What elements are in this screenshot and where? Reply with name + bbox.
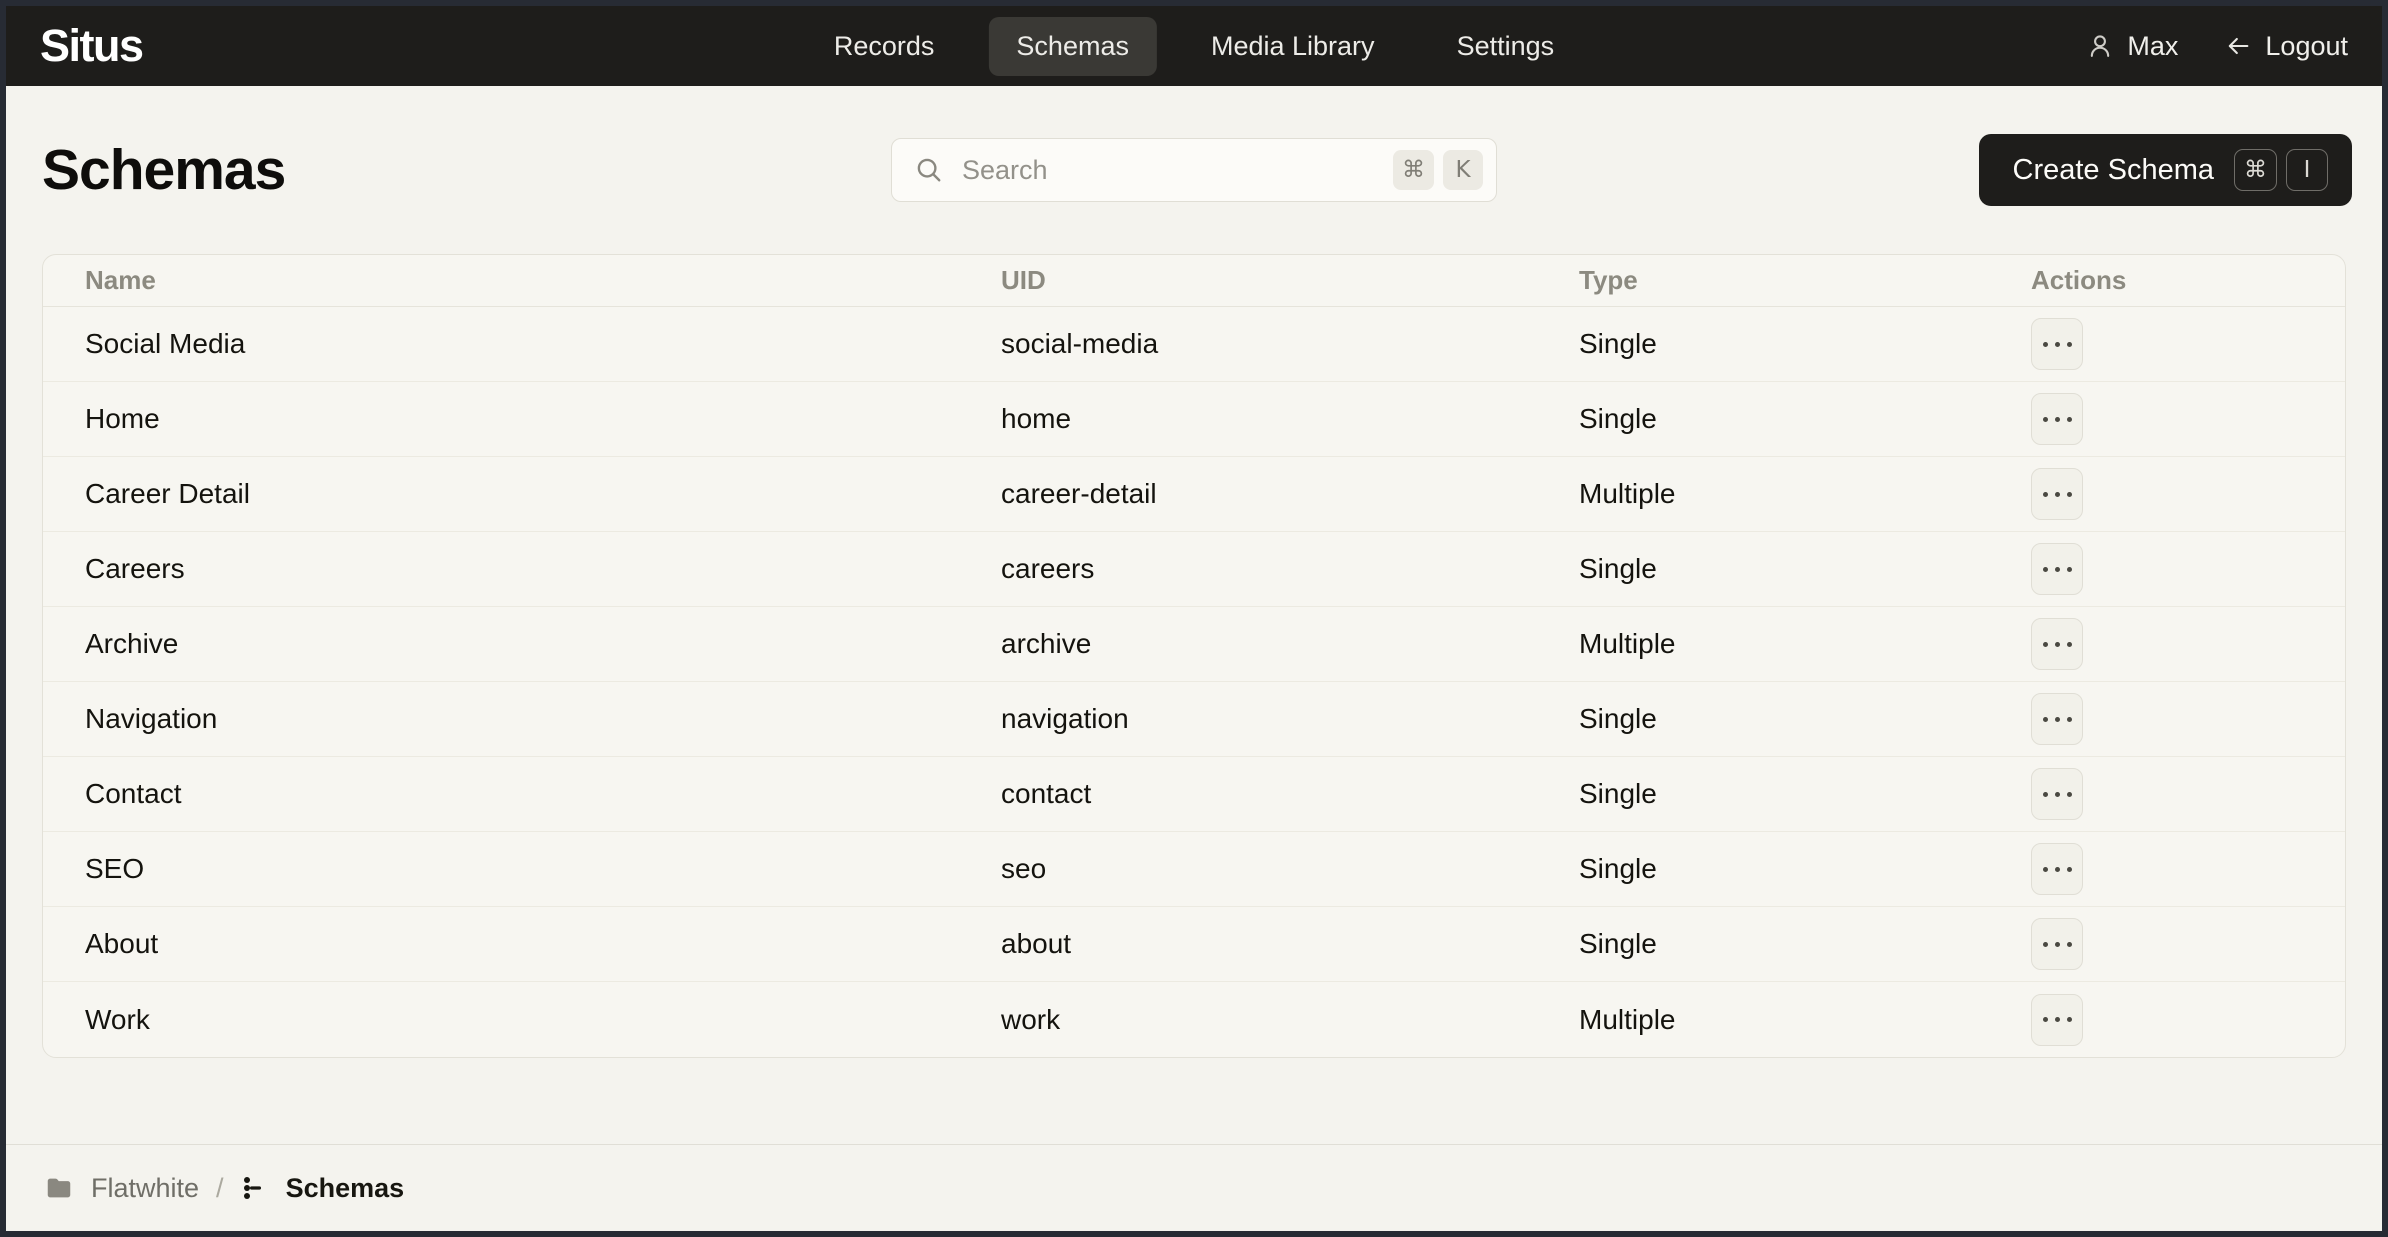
table-body: Social Media social-media Single Home ho… bbox=[43, 307, 2345, 1057]
create-shortcut-i-key: I bbox=[2286, 149, 2328, 191]
column-header-actions: Actions bbox=[2031, 265, 2127, 295]
ellipsis-icon bbox=[2042, 716, 2048, 722]
app-logo: Situs bbox=[40, 20, 144, 71]
schema-name-cell: Career Detail bbox=[85, 478, 250, 509]
navbar-right: Max Logout bbox=[2086, 31, 2348, 62]
schemas-table: Name UID Type Actions Social Media socia… bbox=[42, 254, 2346, 1058]
table-row[interactable]: Navigation navigation Single bbox=[43, 682, 2345, 757]
page-title: Schemas bbox=[42, 138, 286, 202]
schema-uid-cell: careers bbox=[1001, 553, 1095, 584]
breadcrumb-current-page: Schemas bbox=[285, 1172, 405, 1203]
row-actions-button[interactable] bbox=[2031, 393, 2083, 445]
schema-name-cell: Home bbox=[85, 403, 160, 434]
ellipsis-icon bbox=[2042, 641, 2048, 647]
schema-uid-cell: work bbox=[1001, 1003, 1061, 1035]
column-header-type: Type bbox=[1579, 265, 1638, 295]
table-row[interactable]: Career Detail career-detail Multiple bbox=[43, 457, 2345, 532]
ellipsis-icon bbox=[2042, 866, 2048, 872]
schema-name-cell: Careers bbox=[85, 553, 185, 584]
breadcrumb-project[interactable]: Flatwhite bbox=[91, 1173, 199, 1204]
search-shortcut-k-key: K bbox=[1443, 150, 1483, 190]
schema-name-cell: About bbox=[85, 928, 159, 959]
search-input[interactable] bbox=[960, 153, 1393, 187]
table-row[interactable]: SEO seo Single bbox=[43, 832, 2345, 907]
schema-type-cell: Multiple bbox=[1579, 1003, 1676, 1035]
table-row[interactable]: Contact contact Single bbox=[43, 757, 2345, 832]
page-header: Schemas ⌘ K Create Schema ⌘ I bbox=[6, 86, 2382, 254]
schema-name-cell: SEO bbox=[85, 853, 145, 884]
create-schema-label: Create Schema bbox=[2012, 153, 2215, 186]
row-actions-button[interactable] bbox=[2031, 543, 2083, 595]
nav-item-records[interactable]: Records bbox=[806, 17, 963, 76]
schema-uid-cell: archive bbox=[1001, 628, 1092, 659]
ellipsis-icon bbox=[2042, 791, 2048, 797]
schema-uid-cell: about bbox=[1001, 928, 1072, 959]
ellipsis-icon bbox=[2042, 341, 2048, 347]
search-box[interactable]: ⌘ K bbox=[891, 138, 1497, 202]
user-icon bbox=[2086, 32, 2114, 60]
create-schema-button[interactable]: Create Schema ⌘ I bbox=[1978, 134, 2352, 206]
schema-type-cell: Single bbox=[1579, 703, 1657, 734]
schema-icon bbox=[241, 1174, 269, 1202]
ellipsis-icon bbox=[2042, 941, 2048, 947]
row-actions-button[interactable] bbox=[2031, 993, 2083, 1046]
nav-item-schemas[interactable]: Schemas bbox=[988, 16, 1157, 76]
column-header-uid: UID bbox=[1001, 265, 1046, 295]
ellipsis-icon bbox=[2042, 1017, 2048, 1022]
ellipsis-icon bbox=[2042, 416, 2048, 422]
user-menu[interactable]: Max bbox=[2086, 31, 2178, 62]
table-row[interactable]: Archive archive Multiple bbox=[43, 607, 2345, 682]
schema-uid-cell: social-media bbox=[1001, 328, 1159, 359]
schema-uid-cell: contact bbox=[1001, 778, 1092, 809]
user-name: Max bbox=[2127, 30, 2179, 61]
logout-button[interactable]: Logout bbox=[2224, 31, 2348, 62]
schema-type-cell: Multiple bbox=[1579, 628, 1676, 659]
schema-uid-cell: navigation bbox=[1001, 703, 1129, 734]
schema-name-cell: Navigation bbox=[85, 703, 218, 734]
column-header-name: Name bbox=[85, 265, 156, 295]
schema-name-cell: Work bbox=[85, 1003, 150, 1035]
breadcrumb: Flatwhite / Schemas bbox=[6, 1144, 2382, 1231]
schema-name-cell: Social Media bbox=[85, 328, 246, 359]
schema-type-cell: Multiple bbox=[1579, 478, 1676, 509]
table-row[interactable]: Social Media social-media Single bbox=[43, 307, 2345, 382]
ellipsis-icon bbox=[2042, 566, 2048, 572]
row-actions-button[interactable] bbox=[2031, 318, 2083, 370]
schema-uid-cell: career-detail bbox=[1001, 478, 1157, 509]
table-header-row: Name UID Type Actions bbox=[43, 255, 2345, 307]
top-navbar: Situs Records Schemas Media Library Sett… bbox=[6, 6, 2382, 86]
main-nav: Records Schemas Media Library Settings bbox=[806, 16, 1583, 76]
row-actions-button[interactable] bbox=[2031, 468, 2083, 520]
row-actions-button[interactable] bbox=[2031, 768, 2083, 820]
arrow-left-icon bbox=[2224, 32, 2252, 60]
schema-name-cell: Contact bbox=[85, 778, 182, 809]
row-actions-button[interactable] bbox=[2031, 618, 2083, 670]
create-shortcut-cmd-key: ⌘ bbox=[2234, 149, 2277, 191]
nav-item-settings[interactable]: Settings bbox=[1429, 17, 1583, 76]
search-shortcut-cmd-key: ⌘ bbox=[1393, 150, 1434, 190]
breadcrumb-separator: / bbox=[216, 1172, 224, 1203]
schema-type-cell: Single bbox=[1579, 853, 1657, 884]
table-row[interactable]: Work work Multiple bbox=[43, 982, 2345, 1057]
schema-name-cell: Archive bbox=[85, 628, 179, 659]
row-actions-button[interactable] bbox=[2031, 918, 2083, 970]
nav-item-media-library[interactable]: Media Library bbox=[1183, 17, 1403, 76]
schema-type-cell: Single bbox=[1579, 778, 1657, 809]
search-icon bbox=[914, 155, 944, 185]
schema-type-cell: Single bbox=[1579, 403, 1657, 434]
schema-type-cell: Single bbox=[1579, 553, 1657, 584]
schema-uid-cell: seo bbox=[1001, 853, 1047, 884]
table-row[interactable]: Home home Single bbox=[43, 382, 2345, 457]
table-row[interactable]: Careers careers Single bbox=[43, 532, 2345, 607]
table-row[interactable]: About about Single bbox=[43, 907, 2345, 982]
row-actions-button[interactable] bbox=[2031, 843, 2083, 895]
schema-type-cell: Single bbox=[1579, 928, 1657, 959]
ellipsis-icon bbox=[2042, 491, 2048, 497]
schema-type-cell: Single bbox=[1579, 328, 1657, 359]
logout-label: Logout bbox=[2265, 30, 2348, 61]
schema-uid-cell: home bbox=[1001, 403, 1072, 434]
folder-icon bbox=[44, 1173, 74, 1203]
row-actions-button[interactable] bbox=[2031, 693, 2083, 745]
